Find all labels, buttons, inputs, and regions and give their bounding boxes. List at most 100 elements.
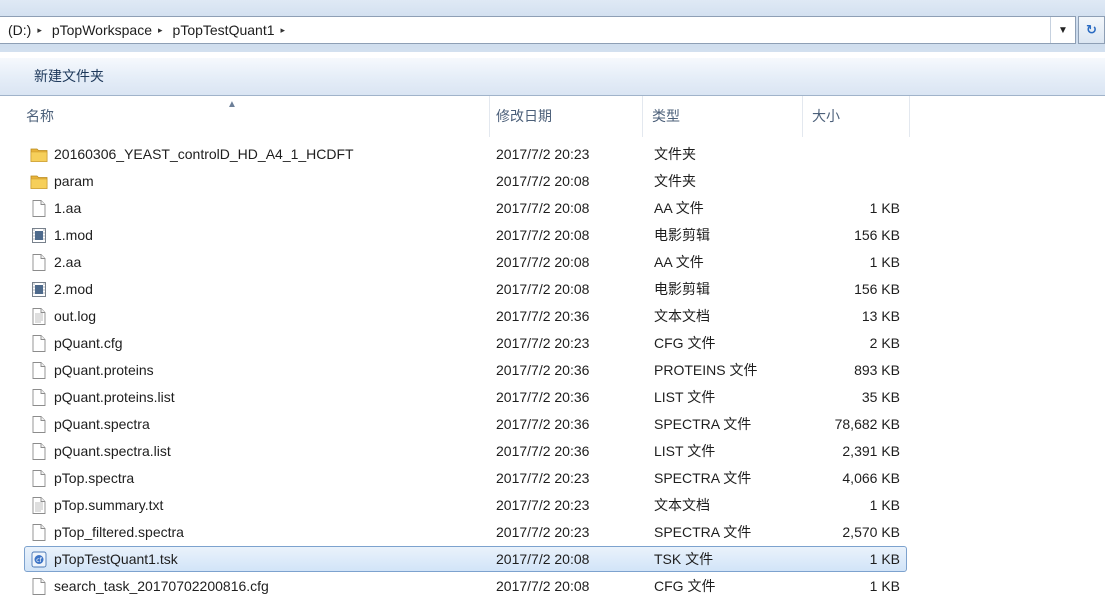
file-name: 20160306_YEAST_controlD_HD_A4_1_HCDFT [54,146,354,162]
file-row[interactable]: pTop.spectra 2017/7/2 20:23 SPECTRA 文件 4,06… [0,465,1105,492]
file-size: 1 KB [869,254,900,270]
blank-file-icon [30,577,48,596]
folder-icon [30,172,48,191]
file-row[interactable]: 1.mod 2017/7/2 20:08 电影剪辑 156 KB [0,222,1105,249]
file-type: CFG 文件 [654,578,716,594]
file-row[interactable]: search_task_20170702200816.cfg 2017/7/2 2… [0,573,1105,600]
new-folder-button[interactable]: 新建文件夹 [34,58,104,95]
blank-file-icon [30,361,48,380]
file-row[interactable]: pTop_filtered.spectra 2017/7/2 20:23 SPECT… [0,519,1105,546]
file-name: pQuant.cfg [54,335,123,351]
file-row[interactable]: 1.aa 2017/7/2 20:08 AA 文件 1 KB [0,195,1105,222]
file-name: pQuant.spectra.list [54,443,171,459]
file-name: 1.mod [54,227,93,243]
file-size: 156 KB [854,281,900,297]
command-bar: 新建文件夹 [0,58,1105,96]
blank-file-icon [30,523,48,542]
file-modified-date: 2017/7/2 20:36 [496,416,590,432]
column-header-row: 名称 ▲ 修改日期 类型 大小 [0,96,1105,137]
file-size: 78,682 KB [834,416,900,432]
file-row[interactable]: param 2017/7/2 20:08 文件夹 [0,168,1105,195]
file-name: 2.aa [54,254,82,270]
blank-file-icon [30,199,48,218]
column-header-modified[interactable]: 修改日期 [490,96,643,137]
file-row[interactable]: 2.mod 2017/7/2 20:08 电影剪辑 156 KB [0,276,1105,303]
file-type: 文件夹 [654,173,696,189]
file-row[interactable]: 2.aa 2017/7/2 20:08 AA 文件 1 KB [0,249,1105,276]
blank-file-icon [30,334,48,353]
column-header-type-label: 类型 [652,108,680,124]
text-file-icon [30,496,48,515]
file-modified-date: 2017/7/2 20:36 [496,308,590,324]
file-row[interactable]: 20160306_YEAST_controlD_HD_A4_1_HCDFT 201… [0,141,1105,168]
column-header-size[interactable]: 大小 [803,96,910,137]
file-name: pTop.spectra [54,470,135,486]
file-type: AA 文件 [654,254,704,270]
file-name: pTopTestQuant1.tsk [54,551,178,567]
breadcrumb-ptoptestquant1[interactable]: pTopTestQuant1 [167,22,279,38]
file-name: search_task_20170702200816.cfg [54,578,269,594]
file-modified-date: 2017/7/2 20:23 [496,497,590,513]
file-row[interactable]: pQuant.proteins 2017/7/2 20:36 PROTEINS 文件… [0,357,1105,384]
file-size: 1 KB [869,551,900,567]
blank-file-icon [30,388,48,407]
movie-file-icon [30,280,48,299]
column-header-name[interactable]: 名称 ▲ [0,96,490,137]
file-type: SPECTRA 文件 [654,524,752,540]
file-row[interactable]: pQuant.proteins.list 2017/7/2 20:36 LIST 文… [0,384,1105,411]
file-modified-date: 2017/7/2 20:36 [496,389,590,405]
file-modified-date: 2017/7/2 20:08 [496,200,590,216]
refresh-icon: ↻ [1086,22,1097,37]
file-size: 1 KB [869,497,900,513]
address-bar[interactable]: (D:) ▸ pTopWorkspace ▸ pTopTestQuant1 ▸ … [0,16,1076,44]
file-modified-date: 2017/7/2 20:08 [496,551,590,567]
file-modified-date: 2017/7/2 20:08 [496,281,590,297]
breadcrumb-ptopworkspace[interactable]: pTopWorkspace [46,22,156,38]
file-size: 13 KB [861,308,900,324]
file-name: pQuant.proteins.list [54,389,175,405]
file-size: 2 KB [869,335,900,351]
svg-text:cf: cf [36,556,43,564]
blank-file-icon [30,469,48,488]
file-type: 电影剪辑 [654,281,710,297]
file-type: SPECTRA 文件 [654,416,752,432]
file-row[interactable]: pQuant.spectra.list 2017/7/2 20:36 LIST 文件… [0,438,1105,465]
file-size: 4,066 KB [842,470,900,486]
file-name: pQuant.spectra [54,416,150,432]
file-name: out.log [54,308,97,324]
file-size: 1 KB [869,200,900,216]
breadcrumb-separator-icon[interactable]: ▸ [279,25,290,36]
file-row[interactable]: cf pTopTestQuant1.tsk 2017/7/2 20:08 TSK 文件… [0,546,1105,573]
file-type: TSK 文件 [654,551,714,567]
file-size: 1 KB [869,578,900,594]
file-type: 文本文档 [654,497,710,513]
file-size: 2,391 KB [842,443,900,459]
file-modified-date: 2017/7/2 20:08 [496,227,590,243]
breadcrumb-separator-icon[interactable]: ▸ [35,25,46,36]
file-modified-date: 2017/7/2 20:36 [496,443,590,459]
file-modified-date: 2017/7/2 20:23 [496,470,590,486]
folder-icon [30,145,48,164]
movie-file-icon [30,226,48,245]
refresh-button[interactable]: ↻ [1078,16,1105,44]
file-row[interactable]: pQuant.spectra 2017/7/2 20:36 SPECTRA 文件 78… [0,411,1105,438]
file-modified-date: 2017/7/2 20:08 [496,254,590,270]
column-header-type[interactable]: 类型 [643,96,803,137]
file-row[interactable]: pQuant.cfg 2017/7/2 20:23 CFG 文件 2 KB [0,330,1105,357]
file-size: 35 KB [861,389,900,405]
file-row[interactable]: pTop.summary.txt 2017/7/2 20:23 文本文档 1 KB [0,492,1105,519]
breadcrumb-separator-icon[interactable]: ▸ [156,25,167,36]
text-file-icon [30,307,48,326]
file-name: pTop_filtered.spectra [54,524,184,540]
address-history-dropdown-icon[interactable]: ▼ [1050,17,1075,43]
tsk-file-icon: cf [30,550,48,569]
file-type: 文本文档 [654,308,710,324]
file-modified-date: 2017/7/2 20:23 [496,524,590,540]
file-type: LIST 文件 [654,389,716,405]
file-row[interactable]: out.log 2017/7/2 20:36 文本文档 13 KB [0,303,1105,330]
column-header-name-label: 名称 [26,108,54,124]
breadcrumb-drive[interactable]: (D:) [0,22,35,38]
file-modified-date: 2017/7/2 20:23 [496,335,590,351]
address-bar-area: (D:) ▸ pTopWorkspace ▸ pTopTestQuant1 ▸ … [0,0,1105,52]
file-size: 893 KB [854,362,900,378]
